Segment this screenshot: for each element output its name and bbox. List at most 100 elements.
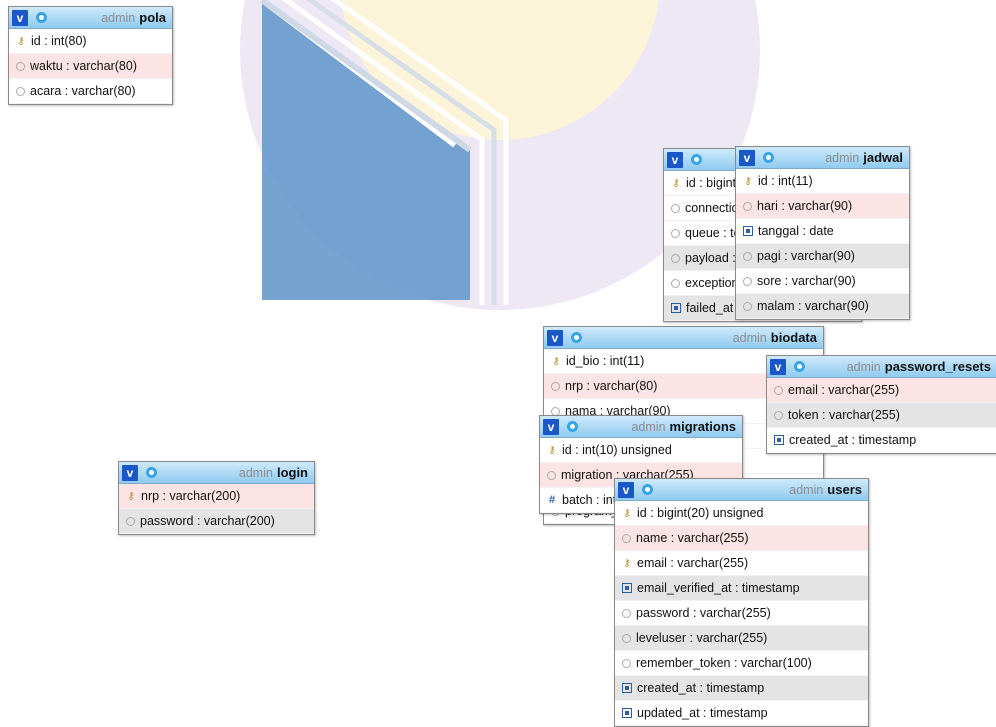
column-row[interactable]: tanggal : date [736,219,909,244]
column-label: created_at : timestamp [637,681,765,695]
key-icon: ⚷ [127,490,135,502]
collapse-toggle-icon[interactable]: v [739,149,755,166]
column-label: leveluser : varchar(255) [636,631,768,645]
column-row[interactable]: name : varchar(255) [615,526,868,551]
table-header[interactable]: v admin password_resets [767,356,996,378]
column-row[interactable]: ⚷ id : bigint(20) unsigned [615,501,868,526]
calendar-icon [774,435,784,445]
field-icon [671,203,680,213]
table-options-icon[interactable] [642,484,653,495]
field-icon [743,201,752,211]
key-icon: ⚷ [623,507,631,519]
table-header[interactable]: v admin login [119,462,314,484]
column-row[interactable]: created_at : timestamp [615,676,868,701]
table-name: pola [139,10,166,25]
column-row[interactable]: email_verified_at : timestamp [615,576,868,601]
calendar-icon [743,226,753,236]
collapse-toggle-icon[interactable]: v [618,481,634,498]
column-row[interactable]: created_at : timestamp [767,428,996,453]
field-icon [622,658,631,668]
table-login[interactable]: v admin login ⚷ nrp : varchar(200) password :… [118,461,315,535]
column-label: id : bigint(20) unsigned [637,506,764,520]
key-icon: ⚷ [548,444,556,456]
column-row[interactable]: ⚷ id : int(10) unsigned [540,438,742,463]
table-title: admin users [789,482,862,497]
column-label: tanggal : date [758,224,834,238]
table-pola[interactable]: v admin pola ⚷ id : int(80) waktu : varchar(8… [8,6,173,105]
column-label: nrp : varchar(80) [565,379,658,393]
column-label: password : varchar(200) [140,514,275,528]
table-name: password_resets [884,359,991,374]
field-icon [671,278,680,288]
table-options-icon[interactable] [763,152,774,163]
table-options-icon[interactable] [691,154,702,165]
collapse-toggle-icon[interactable]: v [547,329,563,346]
field-icon [671,228,680,238]
collapse-toggle-icon[interactable]: v [122,464,138,481]
collapse-toggle-icon[interactable]: v [543,418,559,435]
table-name: jadwal [863,150,903,165]
column-row[interactable]: password : varchar(200) [119,509,314,534]
schema-label: admin [846,360,881,374]
field-icon [126,516,135,526]
table-options-icon[interactable] [146,467,157,478]
calendar-icon [622,708,632,718]
table-title: admin password_resets [847,359,991,374]
field-icon [671,253,680,263]
column-label: waktu : varchar(80) [30,59,137,73]
column-row[interactable]: email : varchar(255) [767,378,996,403]
field-icon [743,301,752,311]
collapse-toggle-icon[interactable]: v [667,151,683,168]
key-icon: ⚷ [552,355,560,367]
column-row[interactable]: leveluser : varchar(255) [615,626,868,651]
column-row[interactable]: malam : varchar(90) [736,294,909,319]
table-password-resets[interactable]: v admin password_resetsemail : varchar(255… [766,355,996,454]
column-label: hari : varchar(90) [757,199,853,213]
column-row[interactable]: hari : varchar(90) [736,194,909,219]
field-icon [547,470,556,480]
column-row[interactable]: ⚷ id : int(80) [9,29,172,54]
column-row[interactable]: sore : varchar(90) [736,269,909,294]
table-options-icon[interactable] [567,421,578,432]
table-options-icon[interactable] [571,332,582,343]
field-icon [774,385,783,395]
column-row[interactable]: ⚷ id : int(11) [736,169,909,194]
field-icon [622,608,631,618]
column-label: password : varchar(255) [636,606,771,620]
table-options-icon[interactable] [36,12,47,23]
key-icon: ⚷ [623,557,631,569]
column-row[interactable]: acara : varchar(80) [9,79,172,104]
field-icon [16,61,25,71]
table-users[interactable]: v admin users ⚷ id : bigint(20) unsigned name… [614,478,869,727]
column-label: name : varchar(255) [636,531,749,545]
table-jadwal[interactable]: v admin jadwal ⚷ id : int(11) hari : varchar(… [735,146,910,320]
table-name: login [276,465,308,480]
column-row[interactable]: updated_at : timestamp [615,701,868,726]
column-row[interactable]: waktu : varchar(80) [9,54,172,79]
column-row[interactable]: ⚷ nrp : varchar(200) [119,484,314,509]
column-label: nrp : varchar(200) [141,489,241,503]
table-header[interactable]: v admin pola [9,7,172,29]
column-label: email : varchar(255) [788,383,900,397]
table-title: admin jadwal [825,150,903,165]
column-row[interactable]: ⚷ email : varchar(255) [615,551,868,576]
table-title: admin biodata [733,330,817,345]
column-label: acara : varchar(80) [30,84,136,98]
schema-label: admin [101,11,136,25]
table-header[interactable]: v admin jadwal [736,147,909,169]
schema-label: admin [732,331,767,345]
table-header[interactable]: v admin migrations [540,416,742,438]
collapse-toggle-icon[interactable]: v [12,9,28,26]
table-header[interactable]: v admin biodata [544,327,823,349]
collapse-toggle-icon[interactable]: v [770,358,786,375]
table-title: admin login [239,465,308,480]
table-options-icon[interactable] [794,361,805,372]
table-header[interactable]: v admin users [615,479,868,501]
column-label: remember_token : varchar(100) [636,656,812,670]
column-row[interactable]: remember_token : varchar(100) [615,651,868,676]
column-row[interactable]: password : varchar(255) [615,601,868,626]
column-label: id : int(10) unsigned [562,443,672,457]
column-row[interactable]: token : varchar(255) [767,403,996,428]
schema-label: admin [825,151,860,165]
column-row[interactable]: pagi : varchar(90) [736,244,909,269]
